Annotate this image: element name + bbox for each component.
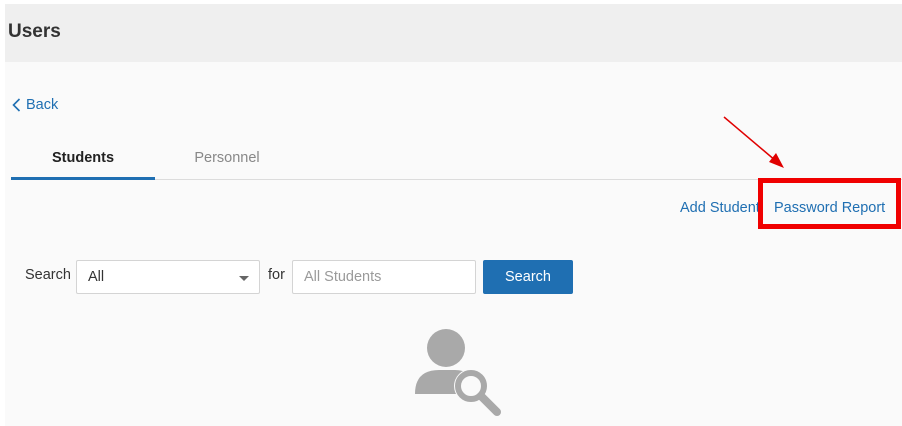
chevron-left-icon xyxy=(12,98,21,112)
tab-students[interactable]: Students xyxy=(11,144,155,180)
page-header: Users xyxy=(5,4,902,62)
search-button[interactable]: Search xyxy=(483,260,573,294)
back-link[interactable]: Back xyxy=(12,97,58,113)
search-label: Search xyxy=(25,267,71,283)
page-title: Users xyxy=(8,21,61,42)
search-input[interactable] xyxy=(292,260,476,294)
highlight-annotation-box xyxy=(758,178,901,229)
search-filter-value: All xyxy=(88,269,105,285)
users-page: Users Back Students Personnel Add Studen… xyxy=(5,4,902,426)
back-link-label: Back xyxy=(26,97,59,113)
search-filter-select[interactable]: All xyxy=(76,260,260,294)
caret-down-icon xyxy=(239,276,249,281)
user-type-tabs: Students Personnel xyxy=(11,144,902,180)
user-search-icon xyxy=(413,326,505,416)
add-student-link[interactable]: Add Student xyxy=(680,200,760,216)
for-label: for xyxy=(268,267,285,283)
tab-personnel[interactable]: Personnel xyxy=(155,144,299,180)
